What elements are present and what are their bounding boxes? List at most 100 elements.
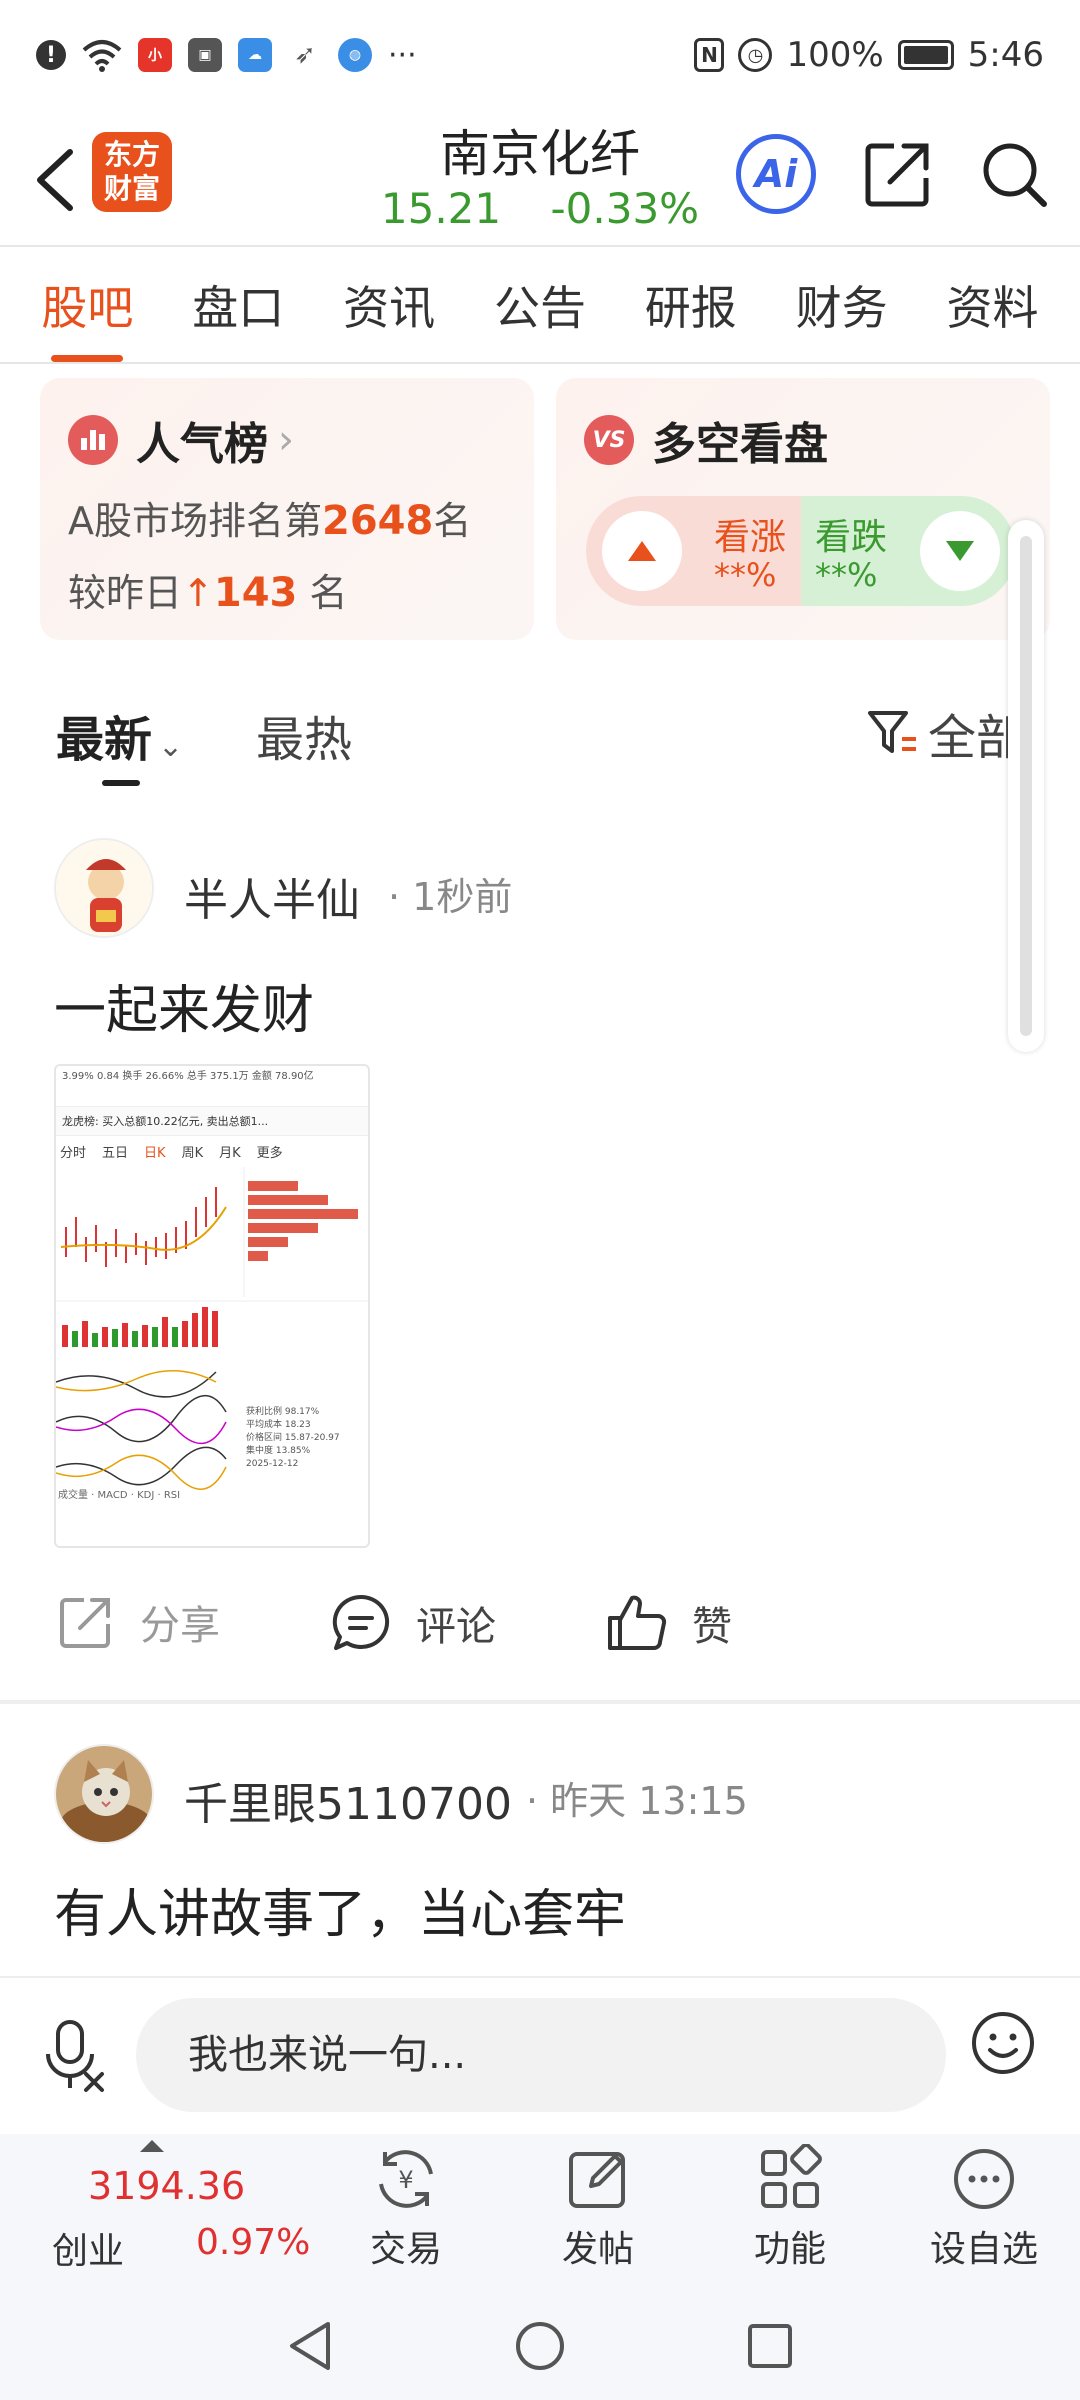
section-tabs: 股吧 盘口 资讯 公告 研报 财务 资料 xyxy=(0,250,1080,362)
bear-label: 看跌 xyxy=(815,517,888,558)
tab-pankou[interactable]: 盘口 xyxy=(192,262,284,348)
comment-label: 评论 xyxy=(416,1604,496,1650)
share-label: 分享 xyxy=(140,1603,220,1649)
tab-guba[interactable]: 股吧 xyxy=(41,262,133,362)
arrow-up-icon: ↑ xyxy=(182,571,214,615)
nav-add-watchlist-label: 设自选 xyxy=(929,2229,1038,2270)
voice-input-button[interactable] xyxy=(40,2016,120,2096)
thumb-chip-line: 集中度 13.85% xyxy=(246,1446,311,1456)
scrollbar[interactable] xyxy=(1008,520,1044,1052)
search-icon xyxy=(983,143,1047,207)
thumb-indicator: RSI xyxy=(163,1490,181,1501)
bull-bear-title-text: 多空看盘 xyxy=(652,419,828,470)
stock-change-pct: -0.33% xyxy=(550,184,700,233)
bull-vote-button[interactable]: 看涨 **% xyxy=(586,496,801,606)
stock-name: 南京化纤 xyxy=(440,125,640,183)
thumb-chip-line: 获利比例 98.17% xyxy=(246,1407,320,1417)
comment-bar: 我也来说一句... xyxy=(0,1976,1080,2134)
battery-icon xyxy=(897,40,954,70)
post-image[interactable]: 3.99% 0.84 换手 26.66% 总手 375.1万 金额 78.90亿… xyxy=(54,1064,370,1548)
status-icons-left: ! 小 ▣ ☁ ➶ ◍ ··· xyxy=(36,38,417,73)
ai-button[interactable]: Ai xyxy=(736,134,816,214)
sort-latest-tab[interactable]: 最新 ⌄ xyxy=(56,700,183,770)
system-nav-bar xyxy=(0,2284,1080,2400)
sort-hottest-tab[interactable]: 最热 xyxy=(256,700,352,770)
post-username[interactable]: 半人半仙 xyxy=(184,864,360,928)
search-button[interactable] xyxy=(976,136,1052,212)
filter-icon xyxy=(868,711,916,753)
app-notification-icon: 小 xyxy=(138,38,172,72)
thumb-chip-line: 价格区间 15.87-20.97 xyxy=(246,1433,340,1443)
bear-vote-button[interactable]: 看跌 **% xyxy=(801,496,1016,606)
like-label: 赞 xyxy=(692,1604,732,1650)
post-time: · 1秒前 xyxy=(388,875,513,919)
comment-icon xyxy=(332,1594,390,1650)
nfc-icon: N xyxy=(694,38,725,72)
emoji-button[interactable] xyxy=(970,2010,1036,2076)
avatar[interactable] xyxy=(54,1744,154,1844)
triangle-back-icon xyxy=(290,2322,330,2370)
rank-change-value: 143 xyxy=(213,570,298,616)
post-actions: 分享 评论 赞 xyxy=(0,1580,1080,1680)
tab-finance[interactable]: 财务 xyxy=(796,262,888,348)
nav-add-watchlist[interactable]: 设自选 xyxy=(914,2144,1054,2272)
thumb-indicator: KDJ xyxy=(137,1490,155,1501)
back-arrow-icon xyxy=(37,149,73,211)
thumb-tab: 月K xyxy=(219,1146,241,1161)
like-action-button[interactable]: 赞 xyxy=(604,1592,732,1654)
post-time-text: 昨天 13:15 xyxy=(550,1779,748,1823)
avatar[interactable] xyxy=(54,838,154,938)
post-content[interactable]: 一起来发财 xyxy=(54,968,314,1043)
post-content[interactable]: 有人讲故事了，当心套牢 xyxy=(54,1872,626,1947)
globe-icon: ◍ xyxy=(338,38,372,72)
chevron-down-icon: ⌄ xyxy=(158,729,184,764)
thumb-top-line: 3.99% 0.84 换手 26.66% 总手 375.1万 金额 78.90亿 xyxy=(62,1071,314,1082)
thumb-tab: 分时 xyxy=(60,1146,87,1161)
nav-functions[interactable]: 功能 xyxy=(720,2144,860,2272)
comment-input[interactable]: 我也来说一句... xyxy=(136,1998,946,2112)
circle-home-icon xyxy=(516,2322,564,2370)
filter-button[interactable]: 全部 xyxy=(866,698,1024,768)
thumb-tab: 周K xyxy=(181,1146,204,1161)
thumb-chip-line: 2025-12-12 xyxy=(246,1459,299,1469)
bull-bear-bar: 看涨 **% 看跌 **% xyxy=(586,496,1016,606)
share-icon xyxy=(60,1598,110,1648)
tab-research[interactable]: 研报 xyxy=(645,262,737,348)
rank-prefix: A股市场排名第 xyxy=(68,499,322,543)
nav-trade[interactable]: ¥ 交易 xyxy=(336,2144,476,2272)
nav-trade-label: 交易 xyxy=(369,2229,442,2270)
tab-profile[interactable]: 资料 xyxy=(946,262,1038,348)
system-home-button[interactable] xyxy=(510,2316,570,2376)
header-divider xyxy=(0,245,1080,247)
alarm-icon: ◷ xyxy=(738,38,773,72)
nav-post[interactable]: 发帖 xyxy=(528,2144,668,2272)
bull-bear-card-title: VS 多空看盘 xyxy=(584,408,828,472)
system-back-button[interactable] xyxy=(280,2316,340,2376)
thumb-notice: 龙虎榜: 买入总额10.22亿元, 卖出总额1... xyxy=(56,1106,368,1136)
brand-logo[interactable]: 东方 财富 xyxy=(92,132,172,212)
tab-news[interactable]: 资讯 xyxy=(343,262,435,348)
index-change: 0.97% xyxy=(196,2222,311,2263)
bear-value: **% xyxy=(815,556,878,594)
thumb-tab: 五日 xyxy=(102,1146,129,1161)
back-button[interactable] xyxy=(24,140,84,220)
tab-announcements[interactable]: 公告 xyxy=(494,262,586,348)
share-button[interactable] xyxy=(860,136,936,212)
rank-change-prefix: 较昨日 xyxy=(68,571,183,615)
emoji-icon xyxy=(972,2012,1034,2074)
popularity-card[interactable]: 人气榜 › A股市场排名第2648名 较昨日↑143 名 xyxy=(40,378,534,640)
share-action-button[interactable]: 分享 xyxy=(56,1592,220,1652)
system-recents-button[interactable] xyxy=(740,2316,800,2376)
caret-up-icon xyxy=(140,2140,164,2152)
trade-icon: ¥ xyxy=(379,2150,433,2208)
post-time-text: 1秒前 xyxy=(412,875,513,919)
bull-bear-card[interactable]: VS 多空看盘 看涨 **% 看跌 **% xyxy=(556,378,1050,640)
scrollbar-thumb[interactable] xyxy=(1020,536,1032,1036)
stock-quote: 15.21 -0.33% xyxy=(340,184,740,233)
thumb-tabs: 分时 五日 日K 周K 月K 更多 xyxy=(56,1136,368,1167)
status-bar: ! 小 ▣ ☁ ➶ ◍ ··· N ◷ 100% 5:46 xyxy=(0,0,1080,110)
rank-suffix: 名 xyxy=(433,499,472,543)
post-username[interactable]: 千里眼5110700 xyxy=(184,1768,512,1832)
thumb-indicator-list: 成交量 · MACD · KDJ · RSI xyxy=(58,1490,181,1501)
comment-action-button[interactable]: 评论 xyxy=(330,1592,496,1654)
